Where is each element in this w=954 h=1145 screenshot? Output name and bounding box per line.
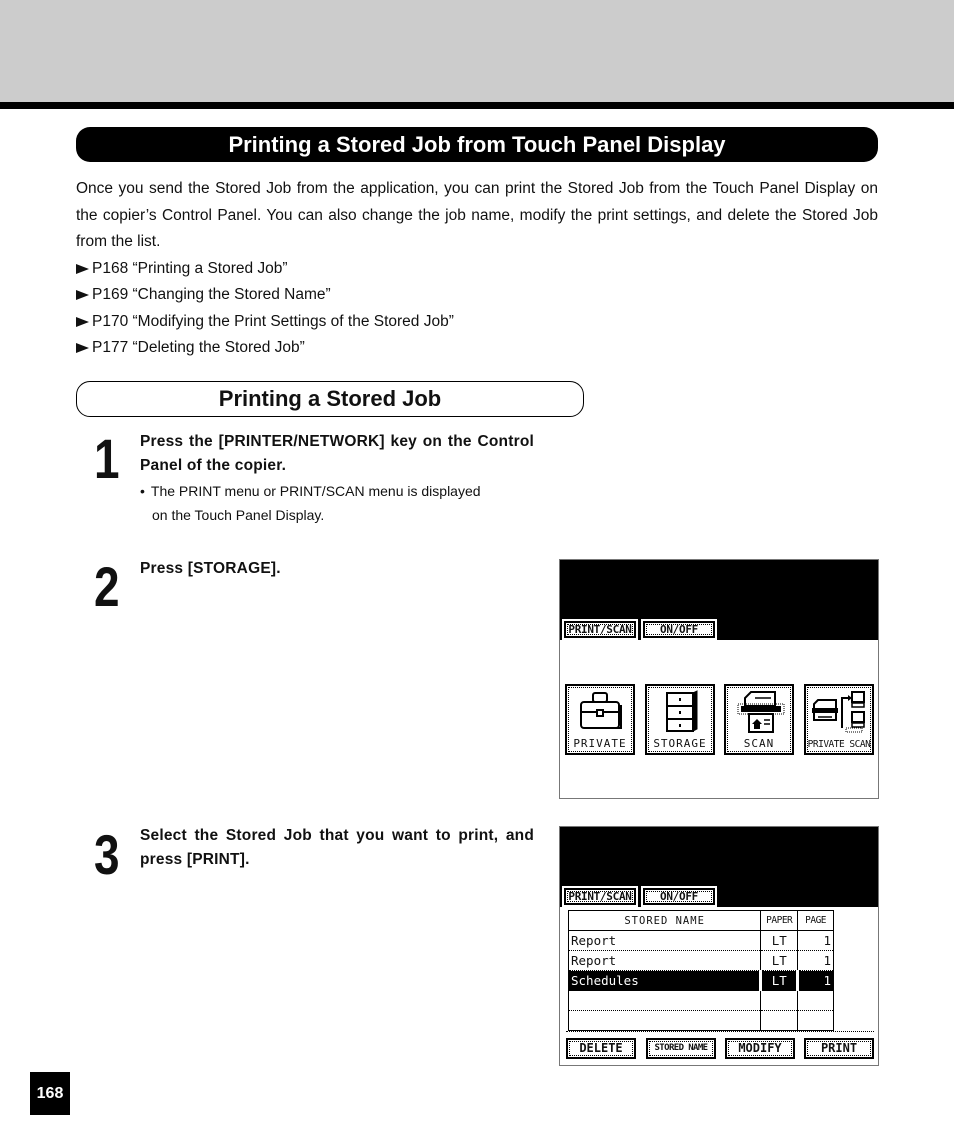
button-label: STORAGE	[653, 737, 707, 750]
reference-link[interactable]: P170 “Modifying the Print Settings of th…	[76, 309, 878, 336]
scanner-icon	[737, 691, 785, 733]
stored-job-table: STORED NAME PAPER PAGE Report LT 1 Repor…	[568, 910, 834, 1031]
cell-name	[568, 1010, 762, 1031]
reference-text: P177 “Deleting the Stored Job”	[92, 339, 305, 356]
column-stored-name: STORED NAME	[568, 910, 762, 931]
step-number-2: 2	[94, 555, 120, 618]
delete-button[interactable]: DELETE	[566, 1038, 636, 1059]
tab-label: ON/OFF	[643, 621, 715, 638]
cell-name	[568, 990, 762, 1011]
cell-page: 1	[797, 950, 834, 971]
step-3-instruction: Select the Stored Job that you want to p…	[140, 827, 534, 868]
step-2-instruction: Press [STORAGE].	[140, 560, 281, 577]
step-number-1: 1	[94, 427, 120, 490]
divider	[566, 1031, 874, 1032]
tab-label: PRINT/SCAN	[564, 888, 636, 905]
arrow-right-icon	[76, 290, 89, 301]
button-label: PRIVATE	[573, 737, 627, 750]
tab-on-off[interactable]: ON/OFF	[641, 619, 717, 640]
bullet: •	[140, 483, 145, 499]
tab-label: PRINT/SCAN	[564, 621, 636, 638]
table-row[interactable]	[568, 990, 834, 1011]
cell-name: Schedules	[568, 970, 763, 991]
note-line: on the Touch Panel Display.	[152, 507, 325, 523]
table-row[interactable]: Report LT 1	[568, 950, 834, 971]
reference-link[interactable]: P168 “Printing a Stored Job”	[76, 256, 878, 283]
cell-page: 1	[797, 970, 834, 991]
tab-print-scan[interactable]: PRINT/SCAN	[562, 619, 638, 640]
header-band	[0, 0, 954, 102]
arrow-right-icon	[76, 263, 89, 274]
step-1-note: • The PRINT menu or PRINT/SCAN menu is di…	[140, 479, 540, 527]
panel-tabs: PRINT/SCAN ON/OFF	[560, 886, 878, 907]
main-title: Printing a Stored Job from Touch Panel D…	[76, 127, 878, 162]
arrow-right-icon	[76, 343, 89, 354]
cell-paper: LT	[760, 930, 799, 951]
intro-paragraph: Once you send the Stored Job from the ap…	[76, 180, 878, 250]
table-row[interactable]: Report LT 1	[568, 930, 834, 951]
reference-link[interactable]: P169 “Changing the Stored Name”	[76, 282, 878, 309]
cabinet-icon	[666, 690, 698, 732]
step-number-3: 3	[94, 823, 120, 886]
touch-panel-stored-list: PRINT/SCAN ON/OFF STORED NAME PAPER PAGE…	[559, 826, 879, 1066]
touch-panel-menu: PRINT/SCAN ON/OFF PRIVATE STORAGE SCAN P…	[559, 559, 879, 799]
scan-button[interactable]: SCAN	[724, 684, 794, 755]
button-label: PRIVATE SCAN	[807, 739, 871, 750]
storage-button[interactable]: STORAGE	[645, 684, 715, 755]
cell-paper: LT	[760, 970, 800, 991]
modify-button[interactable]: MODIFY	[725, 1038, 795, 1059]
cell-paper	[760, 1010, 799, 1031]
reference-text: P169 “Changing the Stored Name”	[92, 286, 331, 303]
table-row-selected[interactable]: Schedules LT 1	[568, 970, 834, 991]
reference-text: P170 “Modifying the Print Settings of th…	[92, 312, 454, 330]
cell-paper: LT	[760, 950, 799, 971]
column-paper: PAPER	[760, 910, 799, 931]
intro: Once you send the Stored Job from the ap…	[76, 176, 878, 362]
cell-page	[798, 1011, 834, 1031]
reference-link[interactable]: P177 “Deleting the Stored Job”	[76, 335, 878, 362]
private-button[interactable]: PRIVATE	[565, 684, 635, 755]
reference-text: P168 “Printing a Stored Job”	[92, 259, 288, 277]
print-button[interactable]: PRINT	[804, 1038, 874, 1059]
note-line: The PRINT menu or PRINT/SCAN menu is dis…	[150, 483, 481, 499]
panel-header	[560, 827, 878, 886]
private-scan-button[interactable]: PRIVATE SCAN	[804, 684, 874, 755]
page-number: 168	[30, 1072, 70, 1115]
network-scan-icon	[812, 691, 865, 733]
cell-page	[797, 990, 834, 1011]
cell-page: 1	[797, 930, 834, 951]
stored-job-list-area: STORED NAME PAPER PAGE Report LT 1 Repor…	[560, 907, 878, 1064]
section-title: Printing a Stored Job	[76, 381, 584, 417]
menu-buttons: PRIVATE STORAGE SCAN PRIVATE SCAN	[560, 640, 878, 798]
stored-name-button[interactable]: STORED NAME	[646, 1038, 716, 1059]
table-header: STORED NAME PAPER PAGE	[568, 910, 834, 931]
panel-header	[560, 560, 878, 619]
briefcase-icon	[580, 692, 622, 729]
arrow-right-icon	[76, 316, 89, 327]
step-1-instruction: Press the [PRINTER/NETWORK] key on the C…	[140, 433, 534, 474]
table-row[interactable]	[568, 1010, 834, 1031]
cell-name: Report	[568, 950, 762, 971]
header-rule	[0, 102, 954, 109]
cell-name: Report	[568, 930, 762, 951]
tab-label: ON/OFF	[643, 888, 715, 905]
tab-print-scan[interactable]: PRINT/SCAN	[562, 886, 638, 907]
cell-paper	[760, 990, 799, 1011]
panel-tabs: PRINT/SCAN ON/OFF	[560, 619, 878, 640]
button-label: SCAN	[743, 737, 775, 750]
column-page: PAGE	[797, 910, 834, 931]
tab-on-off[interactable]: ON/OFF	[641, 886, 717, 907]
